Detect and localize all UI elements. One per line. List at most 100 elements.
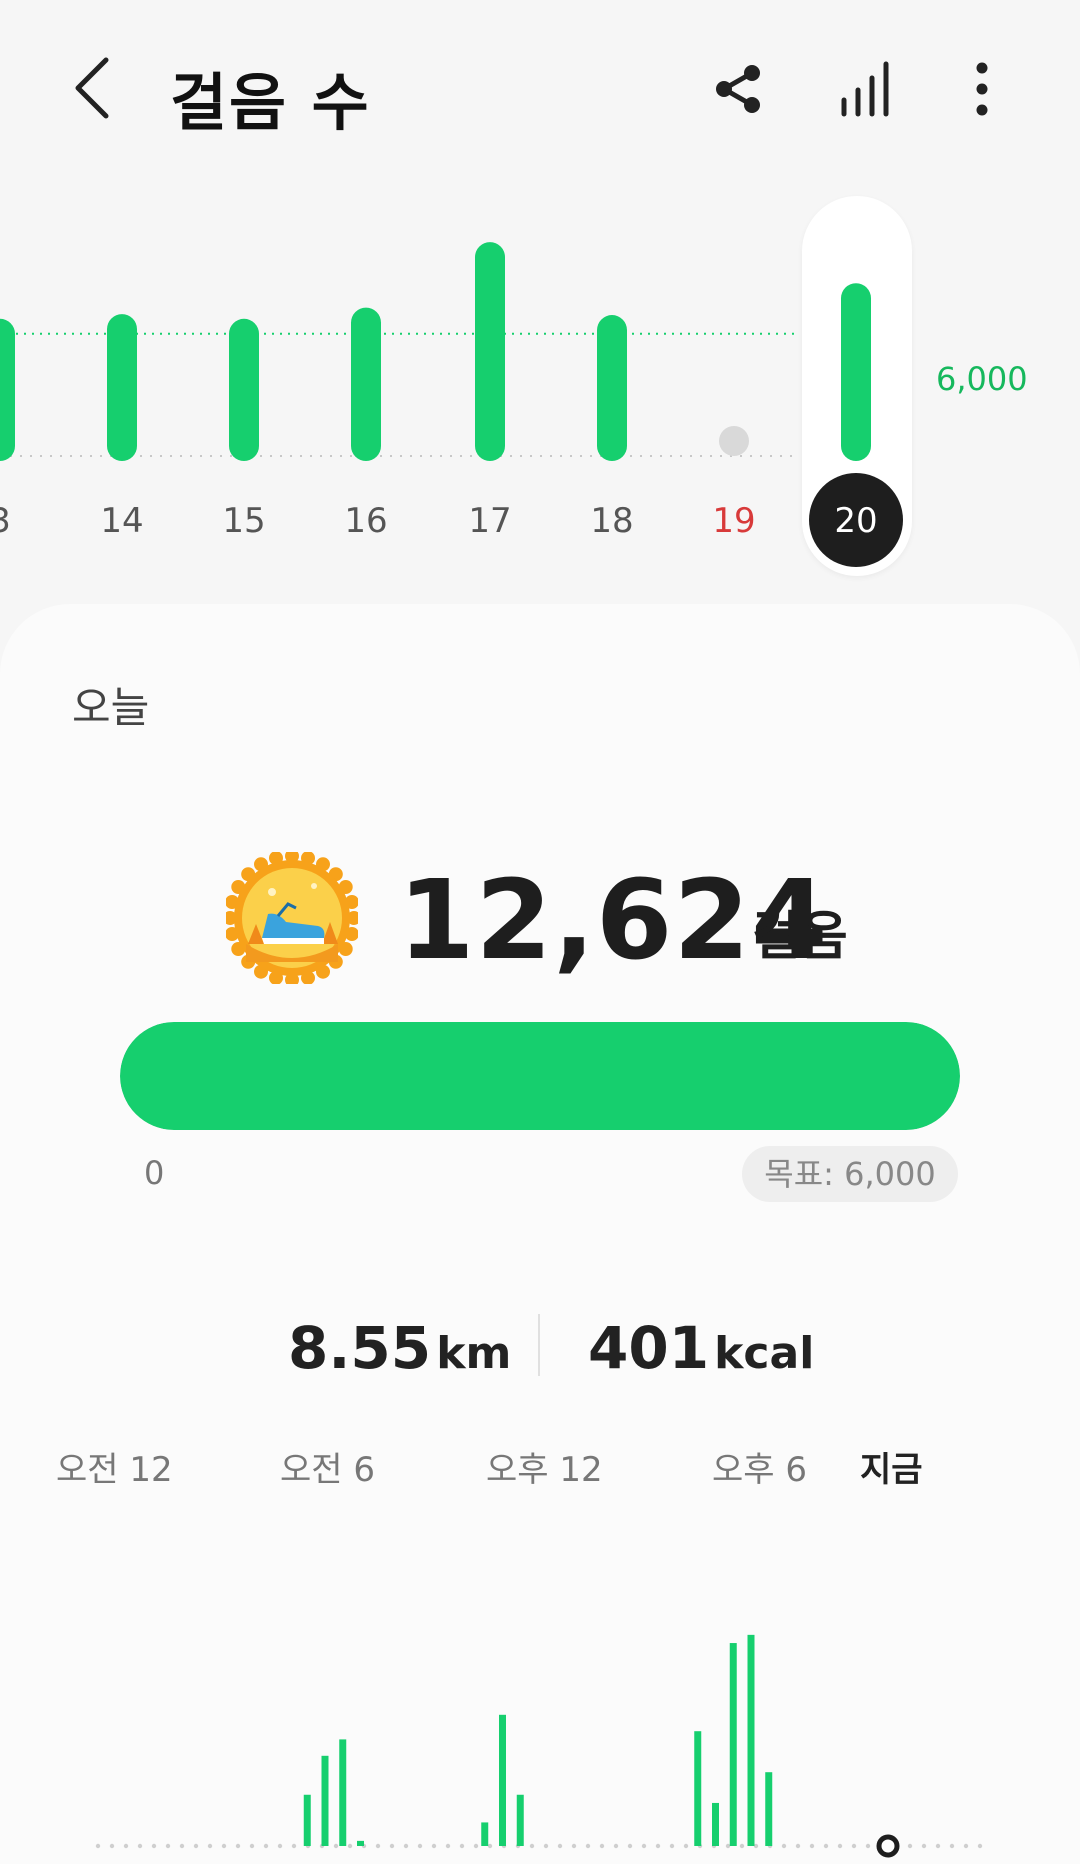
back-icon: [75, 57, 109, 119]
hourly-bar: [765, 1772, 773, 1846]
hourly-axis-dot: [417, 1843, 423, 1849]
hourly-axis-dot: [725, 1843, 731, 1849]
goal-chip[interactable]: 목표: 6,000: [742, 1146, 958, 1202]
hourly-axis-dot: [235, 1843, 241, 1849]
hourly-axis-dot: [543, 1843, 549, 1849]
hourly-axis-dot: [557, 1843, 563, 1849]
distance-stat: 8.55 km: [288, 1314, 511, 1382]
hourly-bar: [499, 1714, 506, 1846]
hourly-axis-dot: [669, 1843, 675, 1849]
hourly-axis-dot: [739, 1843, 745, 1849]
hourly-axis-dot: [179, 1843, 185, 1849]
hourly-axis-dot: [347, 1843, 353, 1849]
more-options-button[interactable]: [966, 58, 1028, 120]
hourly-axis-dot: [641, 1843, 647, 1849]
hourly-axis-dot: [949, 1843, 955, 1849]
day-label-14[interactable]: 14: [100, 501, 143, 541]
hourly-axis-dot: [291, 1843, 297, 1849]
stats-row: 8.55 km 401 kcal: [0, 1304, 1080, 1394]
hourly-axis-dot: [585, 1843, 591, 1849]
hourly-axis-dot: [599, 1843, 605, 1849]
distance-unit: km: [436, 1328, 512, 1379]
hourly-bar: [303, 1794, 311, 1846]
weekly-empty-marker-19[interactable]: [719, 426, 749, 456]
hourly-axis-dot: [795, 1843, 801, 1849]
hour-label-am6: 오전 6: [280, 1450, 375, 1490]
hourly-chart-svg: [95, 1634, 983, 1858]
hourly-axis-dot: [137, 1843, 143, 1849]
steps-unit: 걸음: [752, 907, 848, 967]
trends-button[interactable]: [836, 58, 898, 120]
hourly-axis-dot: [277, 1843, 283, 1849]
hourly-axis-dot: [333, 1843, 339, 1849]
hourly-bar: [747, 1634, 755, 1846]
share-icon: [716, 65, 760, 113]
hourly-axis-dot: [151, 1843, 157, 1849]
hourly-axis-dot: [781, 1843, 787, 1849]
hourly-axis-dot: [865, 1843, 871, 1849]
hourly-axis-dot: [655, 1843, 661, 1849]
today-card: 오늘 12,624 걸음 0 목표: 6,000 8.55 km 401 kca…: [0, 604, 1080, 1864]
hour-label-am12: 오전 12: [56, 1450, 173, 1490]
now-marker: [876, 1834, 900, 1858]
calories-stat: 401 kcal: [588, 1314, 814, 1382]
hourly-axis-dot: [123, 1843, 129, 1849]
day-label-13[interactable]: 3: [0, 501, 11, 541]
hourly-axis-dot: [683, 1843, 689, 1849]
hourly-axis-dot: [627, 1843, 633, 1849]
hour-label-now: 지금: [860, 1450, 923, 1490]
hourly-axis-dot: [529, 1843, 535, 1849]
steps-progress-fill: [120, 1022, 960, 1130]
calories-unit: kcal: [714, 1328, 815, 1379]
hour-label-pm6: 오후 6: [712, 1450, 807, 1490]
hourly-axis-dot: [613, 1843, 619, 1849]
hourly-axis-dot: [921, 1843, 927, 1849]
hourly-axis-dot: [977, 1843, 983, 1849]
weekly-chart-svg: 3 14 15 16 17 18 19 20: [0, 242, 903, 567]
day-label-18[interactable]: 18: [590, 501, 633, 541]
hourly-axis-dot: [207, 1843, 213, 1849]
hourly-bar: [321, 1755, 329, 1846]
step-goal-badge: [223, 849, 361, 987]
hourly-axis-dot: [403, 1843, 409, 1849]
weekly-steps-chart[interactable]: 3 14 15 16 17 18 19 20 6,000: [0, 190, 1080, 590]
day-label-17[interactable]: 17: [468, 501, 511, 541]
share-button[interactable]: [708, 58, 770, 120]
day-label-16[interactable]: 16: [344, 501, 387, 541]
hourly-axis-dot: [963, 1843, 969, 1849]
day-label-19[interactable]: 19: [712, 501, 755, 541]
progress-min-label: 0: [144, 1154, 165, 1192]
hourly-axis-dot: [907, 1843, 913, 1849]
hourly-axis-dot: [459, 1843, 465, 1849]
hourly-axis-dot: [263, 1843, 269, 1849]
hourly-axis-dot: [823, 1843, 829, 1849]
hourly-bar: [516, 1794, 524, 1846]
hourly-axis-dot: [487, 1843, 493, 1849]
hourly-bar: [712, 1802, 719, 1846]
hourly-axis-dot: [193, 1843, 199, 1849]
day-label-15[interactable]: 15: [222, 501, 265, 541]
back-button[interactable]: [64, 52, 124, 124]
goal-line-label: 6,000: [936, 360, 1028, 398]
hourly-axis-dot: [473, 1843, 479, 1849]
hourly-axis-dot: [109, 1843, 115, 1849]
hourly-bar: [694, 1731, 702, 1846]
hourly-axis-dot: [935, 1843, 941, 1849]
today-label: 오늘: [72, 683, 150, 732]
day-label-20[interactable]: 20: [834, 501, 877, 541]
hourly-axis-dot: [95, 1843, 101, 1849]
trend-icon: [841, 61, 889, 117]
hourly-steps-chart[interactable]: [0, 1524, 1080, 1864]
hourly-axis-dot: [249, 1843, 255, 1849]
hourly-axis-dot: [221, 1843, 227, 1849]
hourly-axis-dot: [165, 1843, 171, 1849]
distance-value: 8.55: [288, 1314, 432, 1382]
hourly-bar: [481, 1822, 489, 1846]
hourly-axis-dot: [809, 1843, 815, 1849]
hourly-axis-dot: [571, 1843, 577, 1849]
stats-divider: [538, 1314, 540, 1376]
calories-value: 401: [588, 1314, 710, 1382]
hourly-bar: [729, 1643, 737, 1846]
sneaker-badge-icon: [223, 849, 361, 987]
steps-progress-bar: [120, 1022, 960, 1130]
